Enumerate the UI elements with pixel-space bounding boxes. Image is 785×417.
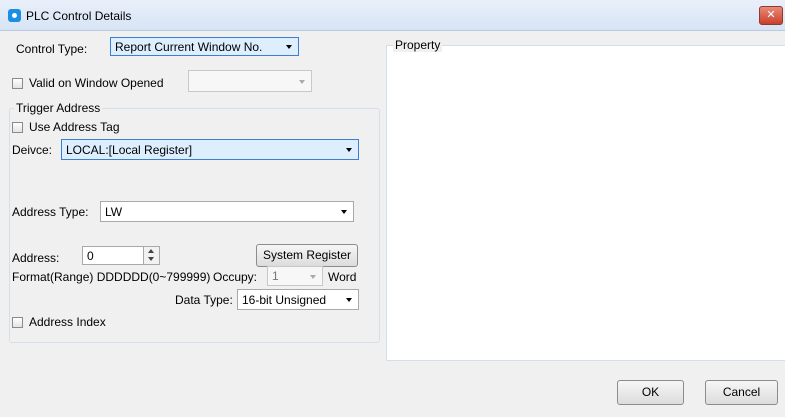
chevron-down-icon	[346, 298, 352, 302]
device-label: Deivce:	[12, 143, 53, 157]
address-stepper[interactable]	[143, 247, 159, 264]
chevron-down-icon	[341, 210, 347, 214]
control-type-select[interactable]: Report Current Window No.	[110, 37, 299, 56]
address-label: Address:	[12, 251, 60, 265]
data-type-label: Data Type:	[175, 293, 233, 307]
occupy-unit: Word	[328, 270, 357, 284]
window-select[interactable]	[188, 70, 312, 92]
data-type-value: 16-bit Unsigned	[242, 293, 327, 307]
app-icon	[8, 9, 21, 22]
property-title: Property	[393, 38, 443, 52]
control-type-label: Control Type:	[16, 42, 88, 56]
chevron-down-icon	[286, 45, 292, 49]
use-address-tag-label: Use Address Tag	[29, 120, 120, 134]
valid-on-window-opened-label: Valid on Window Opened	[29, 76, 164, 90]
trigger-address-title: Trigger Address	[14, 101, 103, 115]
valid-on-window-opened-checkbox[interactable]	[12, 78, 23, 89]
address-index-label: Address Index	[29, 315, 106, 329]
address-input[interactable]: 0	[82, 246, 160, 265]
control-type-value: Report Current Window No.	[115, 40, 263, 54]
device-select[interactable]: LOCAL:[Local Register]	[61, 139, 359, 160]
spin-up-icon	[148, 249, 154, 253]
close-icon: ✕	[766, 9, 776, 21]
occupy-select[interactable]: 1	[267, 266, 323, 286]
property-panel	[386, 45, 785, 361]
occupy-value: 1	[272, 269, 279, 283]
address-index-checkbox[interactable]	[12, 317, 23, 328]
window-title: PLC Control Details	[26, 9, 132, 23]
address-type-select[interactable]: LW	[100, 201, 354, 222]
use-address-tag-checkbox[interactable]	[12, 122, 23, 133]
format-range-text: Format(Range) DDDDDD(0~799999)	[12, 270, 211, 284]
chevron-down-icon	[346, 148, 352, 152]
spin-down-icon	[148, 257, 154, 261]
data-type-select[interactable]: 16-bit Unsigned	[237, 289, 359, 310]
address-value: 0	[87, 249, 94, 263]
close-button[interactable]: ✕	[759, 6, 783, 25]
address-type-value: LW	[105, 205, 123, 219]
cancel-button[interactable]: Cancel	[705, 380, 778, 405]
ok-button[interactable]: OK	[617, 380, 684, 405]
system-register-button[interactable]: System Register	[256, 244, 358, 267]
address-type-label: Address Type:	[12, 205, 89, 219]
title-bar: PLC Control Details ✕	[0, 0, 785, 31]
device-value: LOCAL:[Local Register]	[66, 143, 193, 157]
occupy-label: Occupy:	[213, 270, 258, 284]
chevron-down-icon	[310, 275, 316, 279]
chevron-down-icon	[299, 80, 305, 84]
